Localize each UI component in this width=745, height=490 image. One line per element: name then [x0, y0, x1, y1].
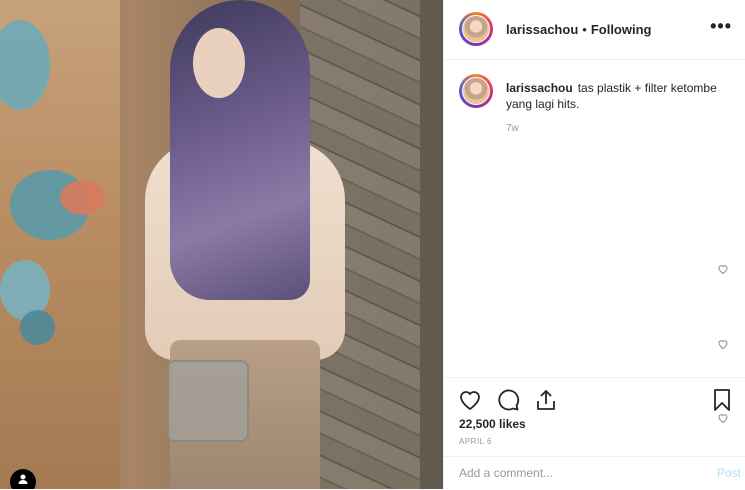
post-header: larissachou • Following •••	[444, 0, 745, 60]
caption: larissachou tas plastik + filter ketombe …	[506, 80, 726, 112]
comment-input[interactable]	[459, 466, 689, 480]
separator-dot: •	[582, 22, 587, 37]
user-tag-icon[interactable]	[10, 469, 36, 489]
comments-area: larissachou tas plastik + filter ketombe …	[444, 60, 745, 424]
comment-bar: Post	[444, 456, 745, 490]
post-photo[interactable]	[0, 0, 443, 489]
avatar[interactable]	[459, 12, 493, 46]
post-date: APRIL 6	[459, 437, 492, 446]
following-button[interactable]: Following	[591, 22, 652, 37]
post-button[interactable]: Post	[717, 466, 741, 480]
username-link[interactable]: larissachou	[506, 22, 578, 37]
heart-icon[interactable]	[717, 263, 729, 275]
caption-username-link[interactable]: larissachou	[506, 81, 573, 95]
heart-icon[interactable]	[717, 338, 729, 350]
like-heart-icon[interactable]	[458, 388, 482, 412]
action-bar: 22,500 likes APRIL 6	[444, 377, 745, 453]
more-icon[interactable]: •••	[710, 16, 732, 37]
likes-count[interactable]: 22,500 likes	[459, 417, 526, 431]
bookmark-icon[interactable]	[710, 388, 734, 412]
post-sidebar: larissachou • Following ••• larissachou tas…	[443, 0, 745, 489]
caption-timestamp[interactable]: 7w	[506, 123, 519, 134]
mural	[0, 0, 120, 489]
clear-handbag	[167, 360, 249, 442]
person-figure	[145, 0, 345, 489]
share-icon[interactable]	[534, 388, 558, 412]
comment-icon[interactable]	[496, 388, 520, 412]
caption-avatar[interactable]	[459, 74, 493, 108]
